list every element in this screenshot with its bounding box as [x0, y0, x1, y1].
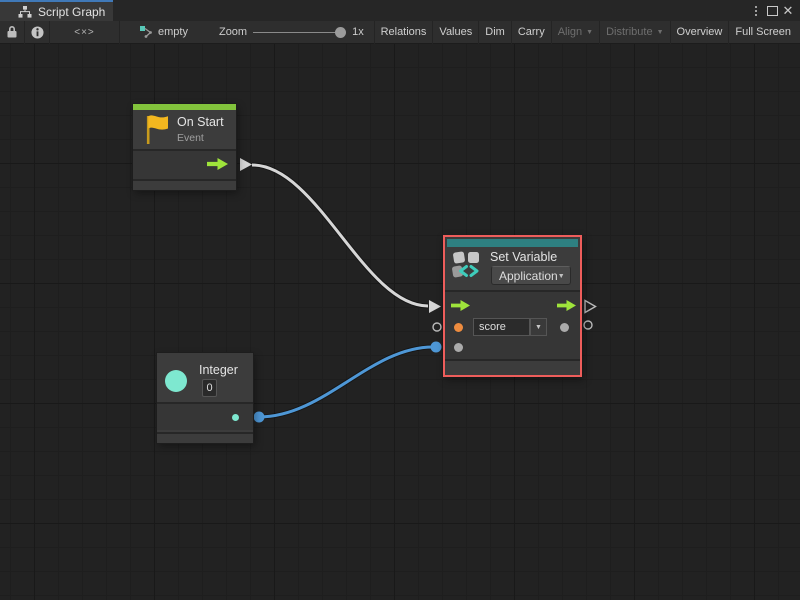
flow-out-arrow-icon[interactable] [207, 158, 228, 170]
integer-icon [165, 370, 187, 392]
zoom-slider-handle[interactable] [335, 27, 346, 38]
relations-button[interactable]: Relations [374, 21, 433, 44]
variable-name-port[interactable] [454, 323, 463, 332]
tab-bar: Script Graph ✕ [0, 0, 800, 21]
setvariable-flow-in-port[interactable] [429, 300, 441, 313]
align-button[interactable]: Align▼ [551, 21, 599, 44]
script-graph-window: Script Graph ✕ <×> [0, 0, 800, 600]
code-view-button[interactable]: <×> [50, 21, 120, 44]
zoom-label: Zoom [219, 26, 247, 38]
wires-layer [0, 44, 800, 600]
graph-toolbar: <×> empty Zoom 1x Relations Values Dim C… [0, 21, 800, 44]
zoom-slider-track [253, 32, 345, 33]
variable-name-field[interactable]: score [473, 318, 530, 336]
node-title: Integer [199, 363, 238, 377]
info-button[interactable] [25, 21, 50, 44]
graph-ref-label: empty [158, 26, 188, 38]
variable-name-dropdown-button[interactable]: ▼ [530, 318, 547, 336]
integer-out-port[interactable] [232, 414, 239, 421]
node-title: Set Variable [490, 250, 557, 264]
set-variable-icon [452, 250, 482, 279]
graph-canvas[interactable]: On Start Event Set Variable Application … [0, 44, 800, 600]
integer-value-out-port[interactable] [254, 412, 265, 423]
node-on-start[interactable]: On Start Event [133, 104, 236, 190]
node-footer [133, 179, 236, 190]
wire-onstart-to-setvariable[interactable] [252, 165, 428, 306]
graph-icon [18, 6, 32, 18]
info-icon [31, 26, 44, 39]
wire-integer-to-setvariable[interactable] [259, 347, 433, 417]
code-icon: <×> [74, 27, 95, 38]
dim-button[interactable]: Dim [478, 21, 511, 44]
node-integer[interactable]: Integer 0 [157, 353, 253, 443]
chevron-down-icon: ▼ [586, 29, 593, 36]
graph-reference[interactable]: empty [140, 21, 188, 44]
setvariable-value-out-port[interactable] [584, 321, 592, 329]
graph-pointer-icon [140, 25, 154, 39]
chevron-down-icon: ▼ [657, 29, 664, 36]
lock-icon [6, 25, 18, 39]
node-footer [157, 432, 253, 443]
node-subtitle: Event [177, 132, 204, 144]
fullscreen-button[interactable]: Full Screen [728, 21, 797, 44]
node-footer [445, 359, 580, 375]
setvariable-value-in-port[interactable] [431, 342, 442, 353]
node-set-variable[interactable]: Set Variable Application ▼ score ▼ [443, 235, 582, 377]
window-controls: ✕ [748, 0, 796, 21]
flag-icon [145, 114, 171, 145]
flow-out-arrow-icon[interactable] [557, 300, 576, 311]
distribute-button[interactable]: Distribute▼ [599, 21, 669, 44]
zoom-slider[interactable] [253, 21, 345, 44]
chevron-down-icon: ▼ [558, 273, 565, 280]
toolbar-buttons: Relations Values Dim Carry Align▼ Distri… [374, 21, 797, 44]
zoom-value: 1x [352, 26, 364, 38]
setvariable-name-in-port[interactable] [433, 323, 441, 331]
kebab-menu-icon[interactable] [748, 0, 764, 21]
overview-button[interactable]: Overview [670, 21, 729, 44]
onstart-flow-out-port[interactable] [240, 158, 252, 171]
lock-button[interactable] [0, 21, 25, 44]
tab-script-graph[interactable]: Script Graph [0, 0, 113, 21]
node-title: On Start [177, 115, 224, 129]
tab-title: Script Graph [38, 5, 105, 19]
integer-value-field[interactable]: 0 [202, 379, 217, 397]
close-icon[interactable]: ✕ [780, 0, 796, 21]
value-out-port[interactable] [560, 323, 569, 332]
value-in-port[interactable] [454, 343, 463, 352]
values-button[interactable]: Values [432, 21, 478, 44]
setvariable-flow-out-port[interactable] [585, 301, 596, 313]
chevron-down-icon: ▼ [535, 324, 542, 331]
maximize-icon[interactable] [764, 0, 780, 21]
setvariable-color-strip [447, 239, 578, 247]
variable-scope-dropdown[interactable]: Application ▼ [491, 266, 571, 285]
carry-button[interactable]: Carry [511, 21, 551, 44]
event-color-strip [133, 104, 236, 110]
flow-in-arrow-icon[interactable] [451, 300, 470, 311]
